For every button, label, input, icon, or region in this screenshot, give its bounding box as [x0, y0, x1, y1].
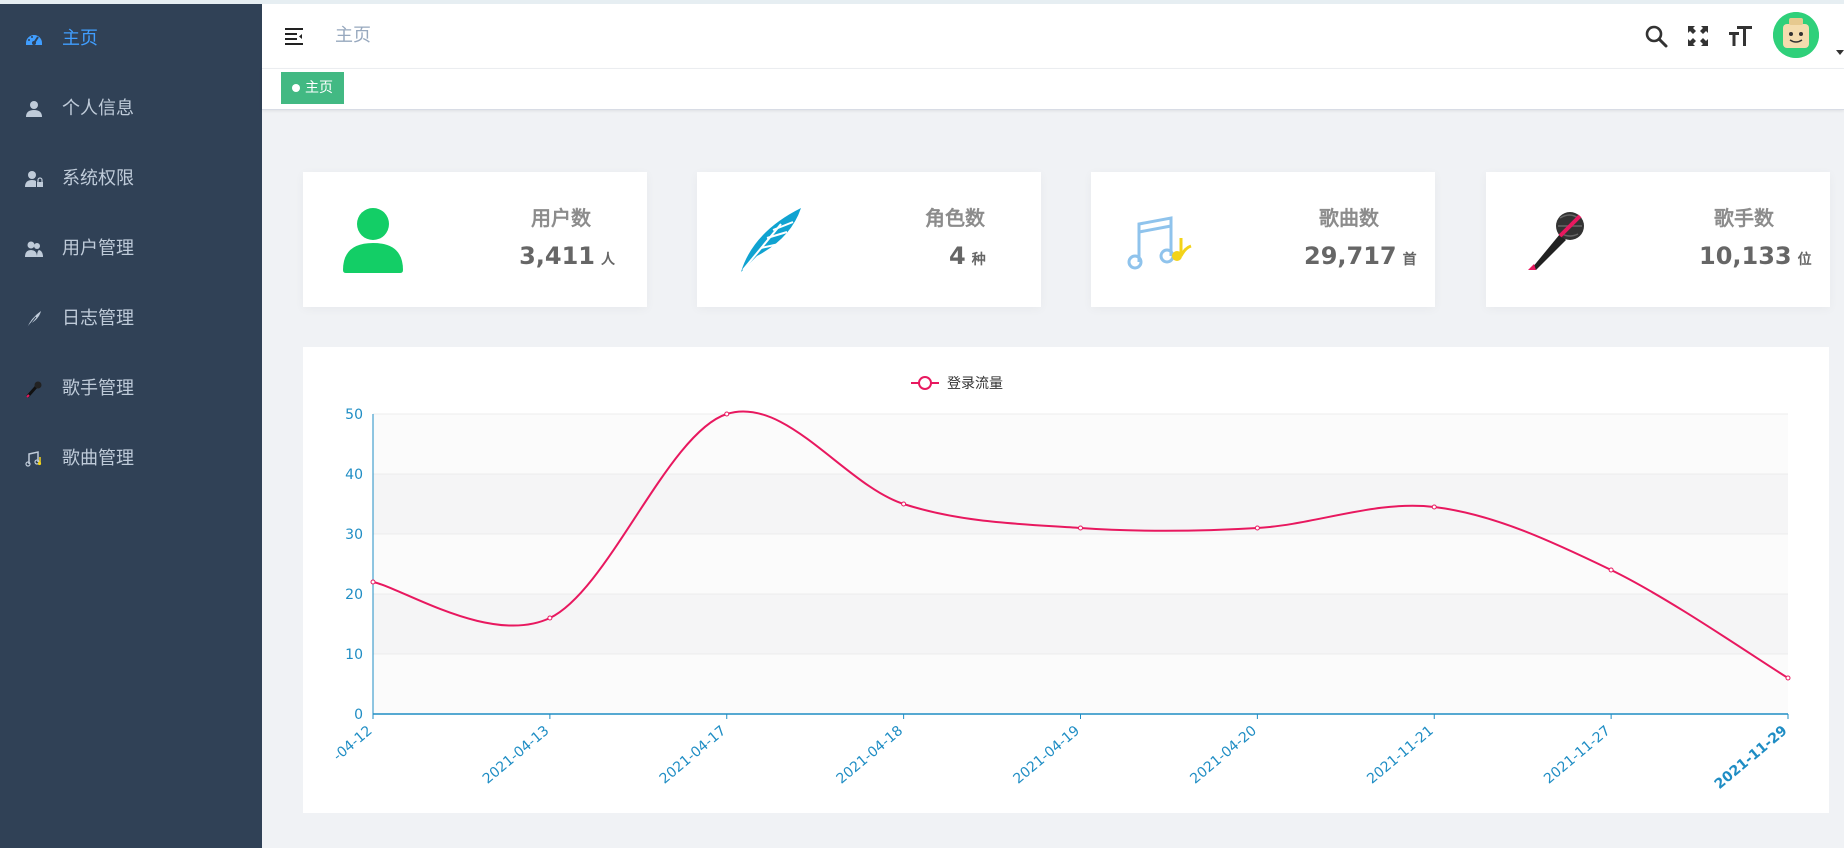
sidebar-item-singers[interactable]: 歌手管理	[0, 354, 262, 424]
card-value: 29,717 首	[1304, 242, 1417, 270]
stat-card-songs[interactable]: 歌曲数 29,717 首	[1091, 172, 1435, 307]
data-point	[1785, 675, 1791, 681]
microphone-icon	[1528, 212, 1584, 270]
x-tick-label: -04-12	[330, 723, 375, 765]
sidebar-item-label: 个人信息	[62, 98, 134, 119]
stat-card-singers[interactable]: 歌手数 10,133 位	[1486, 172, 1830, 307]
x-tick-label: 2021-11-27	[1541, 723, 1614, 788]
y-tick-label: 20	[345, 587, 363, 603]
card-unit: 首	[1402, 252, 1417, 268]
search-icon[interactable]	[1643, 23, 1669, 49]
sidebar-item-songs[interactable]: 歌曲管理	[0, 424, 262, 494]
tags-view: 主页	[262, 69, 1844, 110]
y-tick-label: 10	[345, 647, 363, 663]
grid-band	[373, 654, 1788, 714]
fullscreen-icon[interactable]	[1685, 23, 1711, 49]
sidebar-item-home[interactable]: 主页	[0, 4, 262, 74]
y-tick-label: 0	[354, 707, 363, 723]
avatar-robot-icon	[1773, 12, 1819, 58]
breadcrumb: 主页	[335, 25, 371, 46]
top-navbar: 主页	[262, 4, 1844, 69]
sidebar-item-label: 歌手管理	[62, 378, 134, 399]
card-title: 歌手数	[1714, 206, 1774, 230]
legend-marker	[918, 376, 932, 390]
sidebar-item-label: 用户管理	[62, 238, 134, 259]
x-tick-label: 2021-04-13	[480, 723, 553, 788]
card-value: 10,133 位	[1699, 242, 1812, 270]
data-point	[724, 411, 730, 417]
y-tick-label: 40	[345, 467, 363, 483]
data-point	[1254, 525, 1260, 531]
data-point	[547, 615, 553, 621]
microphone-icon	[26, 381, 42, 398]
tag-home[interactable]: 主页	[281, 72, 344, 104]
x-tick-label: 2021-11-29	[1712, 723, 1791, 793]
sidebar-item-permissions[interactable]: 系统权限	[0, 144, 262, 214]
users-icon	[25, 241, 43, 257]
y-tick-label: 50	[345, 407, 363, 423]
data-point	[1608, 567, 1614, 573]
card-unit: 种	[971, 252, 986, 268]
card-number: 3,411	[519, 242, 595, 270]
grid-band	[373, 414, 1788, 474]
card-number: 29,717	[1304, 242, 1397, 270]
grid-band	[373, 474, 1788, 534]
feather-icon	[741, 208, 801, 272]
stat-card-roles[interactable]: 角色数 4种	[697, 172, 1041, 307]
tag-label: 主页	[305, 80, 333, 96]
music-note-icon	[25, 451, 42, 467]
sidebar-item-label: 系统权限	[62, 168, 134, 189]
card-number: 10,133	[1699, 242, 1792, 270]
card-unit: 人	[601, 252, 615, 268]
y-tick-label: 30	[345, 527, 363, 543]
sidebar-item-label: 主页	[62, 28, 98, 49]
sidebar-item-label: 日志管理	[62, 308, 134, 329]
font-size-icon[interactable]	[1727, 23, 1753, 49]
x-tick-label: 2021-04-20	[1187, 723, 1260, 788]
sidebar-item-logs[interactable]: 日志管理	[0, 284, 262, 354]
x-tick-label: 2021-04-18	[834, 723, 907, 788]
grid-band	[373, 594, 1788, 654]
sidebar-item-profile[interactable]: 个人信息	[0, 74, 262, 144]
data-point	[1078, 525, 1083, 531]
line-chart: 0 10 20 30 40 50 -04-12 2021-04-13 2021-04-17 202…	[330, 376, 1791, 793]
grid-band	[373, 534, 1788, 594]
user-lock-icon	[25, 171, 43, 187]
card-value: 4种	[949, 242, 986, 270]
stat-card-users[interactable]: 用户数 3,411 人	[303, 172, 647, 307]
x-tick-label: 2021-04-17	[657, 723, 730, 788]
data-point	[1431, 504, 1437, 510]
hamburger-icon[interactable]	[282, 24, 306, 48]
user-icon	[26, 101, 42, 117]
card-title: 角色数	[925, 206, 985, 230]
dashboard-icon	[26, 35, 42, 45]
legend-label: 登录流量	[947, 376, 1003, 392]
tag-active-dot	[292, 84, 300, 92]
feather-icon	[26, 311, 41, 329]
sidebar-item-label: 歌曲管理	[62, 448, 134, 469]
avatar[interactable]	[1773, 12, 1819, 58]
sidebar-item-user-management[interactable]: 用户管理	[0, 214, 262, 284]
card-title: 用户数	[531, 206, 591, 230]
card-unit: 位	[1797, 252, 1812, 268]
chevron-down-icon[interactable]	[1836, 50, 1844, 55]
card-number: 4	[949, 242, 966, 270]
data-point	[370, 579, 376, 585]
x-tick-label: 2021-04-19	[1010, 723, 1083, 788]
login-traffic-chart-panel: 0 10 20 30 40 50 -04-12 2021-04-13 2021-04-17 202…	[303, 347, 1829, 813]
user-icon	[343, 208, 403, 273]
data-point	[901, 501, 907, 507]
music-note-icon	[1127, 216, 1192, 270]
x-tick-label: 2021-11-21	[1364, 723, 1437, 788]
card-title: 歌曲数	[1319, 206, 1379, 230]
card-value: 3,411 人	[519, 242, 615, 270]
sidebar: 主页 个人信息 系统权限 用户管理 日志管理 歌手管理 歌曲管理	[0, 4, 262, 848]
